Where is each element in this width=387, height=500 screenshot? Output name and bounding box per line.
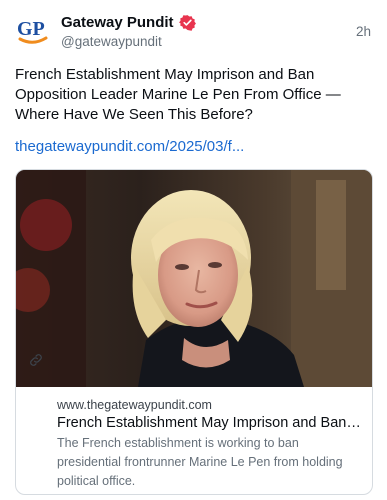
card-description: The French establishment is working to b… [57, 436, 343, 488]
link-preview-card[interactable]: www.thegatewaypundit.com French Establis… [15, 169, 373, 495]
author-block: Gateway Pundit @gatewaypundit [61, 13, 196, 49]
post-link[interactable]: thegatewaypundit.com/2025/03/f... [15, 137, 244, 157]
verified-badge-icon [178, 14, 196, 31]
card-meta: www.thegatewaypundit.com French Establis… [16, 387, 372, 494]
card-image[interactable] [16, 170, 372, 387]
post-text: French Establishment May Imprison and Ba… [15, 66, 341, 123]
post-card[interactable]: GP Gateway Pundit @gatewaypundit 2h Fren… [0, 0, 387, 500]
svg-text:GP: GP [17, 18, 45, 40]
handle[interactable]: @gatewaypundit [61, 34, 196, 49]
gateway-pundit-logo: GP [17, 18, 48, 44]
avatar[interactable]: GP [14, 12, 52, 50]
card-domain: www.thegatewaypundit.com [57, 398, 212, 412]
timestamp[interactable]: 2h [356, 24, 371, 39]
portrait-photo [16, 170, 372, 387]
link-icon [30, 354, 42, 366]
card-title[interactable]: French Establishment May Imprison and Ba… [57, 413, 363, 433]
display-name[interactable]: Gateway Pundit [61, 14, 174, 31]
